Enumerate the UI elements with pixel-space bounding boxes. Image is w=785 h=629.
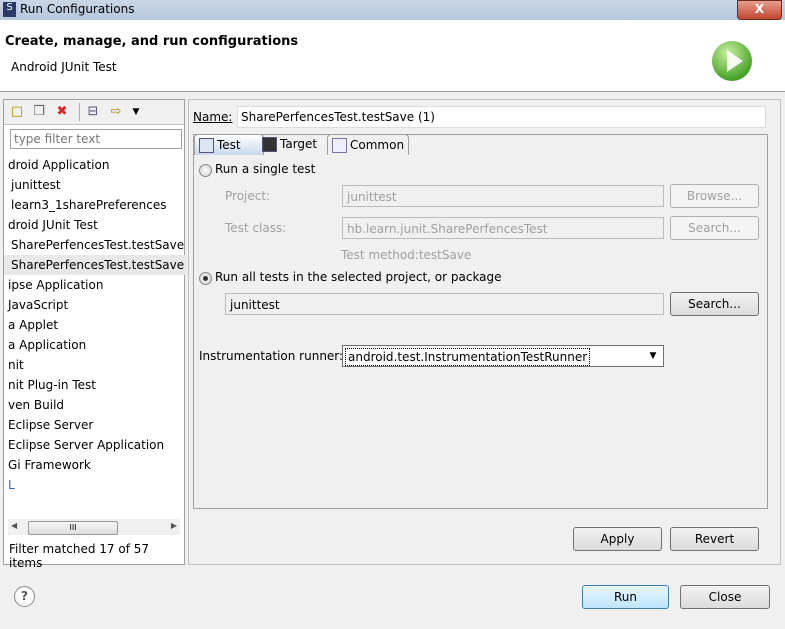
package-input[interactable]: junittest (225, 293, 664, 315)
tree-item[interactable]: SharePerfencesTest.testSave (4, 255, 187, 275)
tree-item[interactable]: droid Application (4, 155, 184, 175)
new-configuration-icon[interactable]: □ (9, 104, 25, 120)
test-class-input[interactable]: hb.learn.junit.SharePerfencesTest (342, 217, 664, 239)
tree-item[interactable]: a Applet (4, 315, 184, 335)
apply-button[interactable]: Apply (573, 527, 662, 551)
title-bar: S Run Configurations (0, 0, 785, 20)
tab-target[interactable]: Target (258, 134, 321, 154)
tree-item[interactable]: Gi Framework (4, 455, 184, 475)
duplicate-icon[interactable]: ❐ (31, 104, 47, 120)
project-input[interactable]: junittest (342, 185, 664, 207)
dialog-title: Create, manage, and run configurations (5, 34, 299, 49)
run-banner-icon (712, 41, 752, 81)
tab-test[interactable]: Test (194, 134, 264, 155)
target-monitor-icon (262, 137, 277, 152)
dialog-header: Create, manage, and run configurations A… (0, 20, 785, 92)
tree-item[interactable]: Eclipse Server Application (4, 435, 184, 455)
configuration-editor: Name: SharePerfencesTest.testSave (1) Te… (188, 99, 781, 565)
help-icon[interactable]: ? (14, 586, 35, 607)
tree-item[interactable]: Eclipse Server (4, 415, 184, 435)
runner-value: android.test.InstrumentationTestRunner (345, 348, 591, 366)
tree-item[interactable]: learn3_1sharePreferences (4, 195, 187, 215)
test-tab-icon (199, 138, 214, 153)
runner-select[interactable]: android.test.InstrumentationTestRunner ▼ (342, 345, 664, 367)
search-package-button[interactable]: Search... (670, 292, 759, 316)
scroll-left-icon[interactable]: ◀ (11, 521, 17, 530)
tree-item[interactable]: junittest (4, 175, 187, 195)
view-menu-chevron-down-icon[interactable]: ▼ (128, 104, 144, 120)
configuration-tree-panel: □ ❐ ✖ ⊟ ⇨ ▼ type filter text droid Appli… (3, 99, 187, 570)
tree-item[interactable]: L (4, 475, 184, 495)
runner-label: Instrumentation runner: (199, 349, 344, 363)
tree-item[interactable]: ipse Application (4, 275, 184, 295)
horizontal-scrollbar[interactable]: ◀ III ▶ (8, 519, 180, 535)
test-method-label: Test method:testSave (341, 248, 472, 262)
dialog-subtitle: Android JUnit Test (11, 60, 117, 74)
delete-icon[interactable]: ✖ (54, 104, 70, 120)
run-single-test-label: Run a single test (215, 162, 316, 176)
project-label: Project: (225, 189, 271, 203)
tree-item[interactable]: JavaScript (4, 295, 184, 315)
search-class-button[interactable]: Search... (670, 216, 759, 240)
tree-item[interactable]: droid JUnit Test (4, 215, 184, 235)
filter-icon[interactable]: ⇨ (108, 104, 124, 120)
filter-input[interactable]: type filter text (10, 129, 182, 149)
tree-item[interactable]: SharePerfencesTest.testSave (4, 235, 187, 255)
tab-folder: Test Target Common Run a single test Pro… (193, 134, 768, 509)
tab-common[interactable]: Common (327, 134, 409, 155)
tree-item[interactable]: ven Build (4, 395, 184, 415)
eclipse-icon: S (3, 2, 16, 17)
run-single-test-radio[interactable] (199, 164, 212, 177)
common-table-icon (332, 138, 347, 153)
tree-item[interactable]: nit Plug-in Test (4, 375, 184, 395)
chevron-down-icon[interactable]: ▼ (645, 348, 661, 364)
close-button[interactable]: Close (680, 585, 770, 609)
tree-toolbar: □ ❐ ✖ ⊟ ⇨ ▼ (4, 100, 184, 125)
test-class-label: Test class: (225, 221, 287, 235)
window-title: Run Configurations (20, 2, 135, 16)
name-input[interactable]: SharePerfencesTest.testSave (1) (237, 106, 766, 128)
scroll-thumb[interactable]: III (28, 521, 118, 535)
revert-button[interactable]: Revert (670, 527, 759, 551)
name-label: Name: (193, 110, 233, 124)
tree-item[interactable]: nit (4, 355, 184, 375)
run-all-tests-label: Run all tests in the selected project, o… (215, 270, 502, 284)
run-all-tests-radio[interactable] (199, 272, 212, 285)
browse-button[interactable]: Browse... (670, 184, 759, 208)
tree-item[interactable]: a Application (4, 335, 184, 355)
toolbar-divider (79, 103, 80, 121)
run-button[interactable]: Run (582, 585, 669, 609)
scroll-right-icon[interactable]: ▶ (171, 521, 177, 530)
close-window-button[interactable]: X (737, 0, 782, 20)
collapse-all-icon[interactable]: ⊟ (85, 104, 101, 120)
filter-status: Filter matched 17 of 57 items (9, 542, 150, 570)
